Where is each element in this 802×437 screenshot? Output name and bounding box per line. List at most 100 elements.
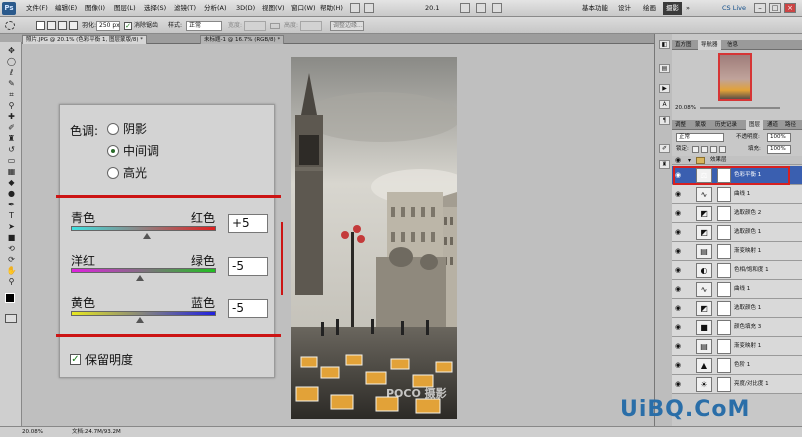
quick-mask-icon[interactable] — [5, 314, 17, 323]
cyan-red-value[interactable]: +5 — [228, 214, 268, 233]
quick-select-tool-icon[interactable]: ✎ — [7, 79, 16, 88]
tab-paths[interactable]: 路径 — [782, 120, 799, 130]
layer-row[interactable]: ◉ ◩ 选取颜色 1 — [672, 299, 802, 318]
dodge-tool-icon[interactable]: ● — [7, 189, 16, 198]
subtract-selection-icon[interactable] — [58, 21, 67, 30]
width-input[interactable] — [244, 21, 266, 31]
tab-untitled[interactable]: 未标题-1 @ 16.7% (RGB/8) * — [200, 35, 285, 44]
opacity-input[interactable]: 100% — [767, 133, 791, 142]
lock-position-icon[interactable] — [710, 146, 717, 153]
layer-mask-thumbnail[interactable] — [717, 263, 731, 278]
swap-icon[interactable] — [270, 23, 280, 29]
menu-3d[interactable]: 3D(D) — [236, 0, 255, 17]
marquee-tool-icon[interactable]: ◯ — [7, 57, 16, 66]
pen-tool-icon[interactable]: ✒ — [7, 200, 16, 209]
history-panel-icon[interactable]: ▤ — [659, 64, 670, 73]
layer-row[interactable]: ◉ ◐ 色相/饱和度 1 — [672, 261, 802, 280]
zoom-level[interactable]: 20.1 — [425, 0, 439, 17]
workspace-design[interactable]: 设计 — [618, 3, 631, 14]
workspace-more[interactable]: » — [686, 0, 690, 17]
tools-panel-header[interactable] — [0, 34, 22, 42]
eye-icon[interactable]: ◉ — [675, 247, 684, 255]
tab-info[interactable]: 信息 — [724, 40, 741, 50]
layer-mask-thumbnail[interactable] — [717, 187, 731, 202]
layer-row[interactable]: ◉ ▤ 渐变映射 1 — [672, 242, 802, 261]
hand-tool-icon[interactable]: ✋ — [7, 266, 17, 275]
layer-mask-thumbnail[interactable] — [717, 320, 731, 335]
magenta-green-value[interactable]: -5 — [228, 257, 268, 276]
hand-view-icon[interactable] — [460, 3, 470, 13]
path-select-tool-icon[interactable]: ➤ — [7, 222, 16, 231]
yellow-blue-value[interactable]: -5 — [228, 299, 268, 318]
intersect-selection-icon[interactable] — [69, 21, 78, 30]
workspace-painting[interactable]: 绘画 — [643, 3, 656, 14]
screen-mode-icon[interactable] — [492, 3, 502, 13]
refine-edge-button[interactable]: 调整边缘... — [330, 21, 364, 31]
elliptical-marquee-icon[interactable] — [5, 21, 15, 30]
preserve-luminosity-checkbox[interactable]: ✓ — [70, 354, 81, 365]
yellow-blue-slider[interactable] — [71, 311, 216, 316]
layer-row[interactable]: ◉ ▤ 渐变映射 1 — [672, 337, 802, 356]
layer-mask-thumbnail[interactable] — [717, 225, 731, 240]
healing-tool-icon[interactable]: ✚ — [7, 112, 16, 121]
shape-tool-icon[interactable]: ■ — [7, 233, 16, 242]
type-tool-icon[interactable]: T — [7, 211, 16, 220]
layer-row[interactable]: ◉ ∿ 曲线 1 — [672, 185, 802, 204]
eye-icon[interactable]: ◉ — [675, 361, 684, 369]
blur-tool-icon[interactable]: ◆ — [7, 178, 16, 187]
layer-mask-thumbnail[interactable] — [717, 301, 731, 316]
close-button[interactable]: × — [784, 3, 796, 13]
layer-row[interactable]: ◉ ∿ 曲线 1 — [672, 280, 802, 299]
minimize-button[interactable]: – — [754, 3, 766, 13]
lasso-tool-icon[interactable]: ℓ — [7, 68, 16, 77]
cyan-red-slider-thumb[interactable] — [143, 233, 152, 239]
eye-icon[interactable]: ◉ — [675, 323, 684, 331]
tab-adjustments[interactable]: 调整 — [672, 120, 689, 130]
layer-mask-thumbnail[interactable] — [717, 244, 731, 259]
radio-midtones[interactable] — [107, 145, 119, 157]
menu-view[interactable]: 视图(V) — [262, 0, 285, 17]
menu-select[interactable]: 选择(S) — [144, 0, 166, 17]
yellow-blue-slider-thumb[interactable] — [135, 317, 144, 323]
character-panel-icon[interactable]: A — [659, 100, 670, 109]
style-select[interactable]: 正常 — [186, 21, 222, 31]
maximize-button[interactable]: □ — [769, 3, 781, 13]
venice-photo[interactable]: POCO 摄影 — [291, 57, 457, 419]
layer-row[interactable]: ◉ ◩ 选取颜色 1 — [672, 223, 802, 242]
eye-icon[interactable]: ◉ — [675, 342, 684, 350]
arrange-icon[interactable] — [476, 3, 486, 13]
menu-window[interactable]: 窗口(W) — [291, 0, 316, 17]
layer-row[interactable]: ◉ ▲ 色阶 1 — [672, 356, 802, 375]
lock-transparency-icon[interactable] — [692, 146, 699, 153]
layer-mask-thumbnail[interactable] — [717, 339, 731, 354]
tab-history[interactable]: 历史记录 — [712, 120, 740, 130]
eye-icon[interactable]: ◉ — [675, 228, 684, 236]
zoom-tool-icon[interactable]: ⚲ — [7, 277, 16, 286]
new-selection-icon[interactable] — [36, 21, 45, 30]
menu-help[interactable]: 帮助(H) — [320, 0, 343, 17]
layer-mask-thumbnail[interactable] — [717, 377, 731, 392]
tab-photo[interactable]: 照片.JPG @ 20.1% (色彩平衡 1, 图层蒙版/8) * — [22, 35, 148, 44]
menu-file[interactable]: 文件(F) — [26, 0, 48, 17]
move-tool-icon[interactable]: ✥ — [7, 46, 16, 55]
layer-mask-thumbnail[interactable] — [717, 206, 731, 221]
layer-mask-thumbnail[interactable] — [717, 282, 731, 297]
layer-mask-thumbnail[interactable] — [717, 358, 731, 373]
height-input[interactable] — [300, 21, 322, 31]
color-panel-icon[interactable]: ◧ — [659, 40, 670, 49]
cs-live[interactable]: CS Live — [722, 0, 746, 17]
stamp-tool-icon[interactable]: ♜ — [7, 134, 16, 143]
radio-highlights[interactable] — [107, 167, 119, 179]
eye-icon[interactable]: ◉ — [675, 285, 684, 293]
add-selection-icon[interactable] — [47, 21, 56, 30]
eye-icon[interactable]: ◉ — [675, 190, 684, 198]
layer-group[interactable]: ◉ ▾ 效果层 — [672, 156, 802, 165]
status-zoom[interactable]: 20.08% — [22, 427, 43, 437]
tab-navigator[interactable]: 导航器 — [698, 40, 721, 50]
brush-tool-icon[interactable]: ✐ — [7, 123, 16, 132]
menu-analysis[interactable]: 分析(A) — [204, 0, 227, 17]
fill-input[interactable]: 100% — [767, 145, 791, 154]
navigator-zoom[interactable]: 20.08% — [675, 105, 696, 111]
workspace-basic[interactable]: 基本功能 — [582, 3, 608, 14]
clone-source-icon[interactable]: ♜ — [659, 160, 670, 169]
